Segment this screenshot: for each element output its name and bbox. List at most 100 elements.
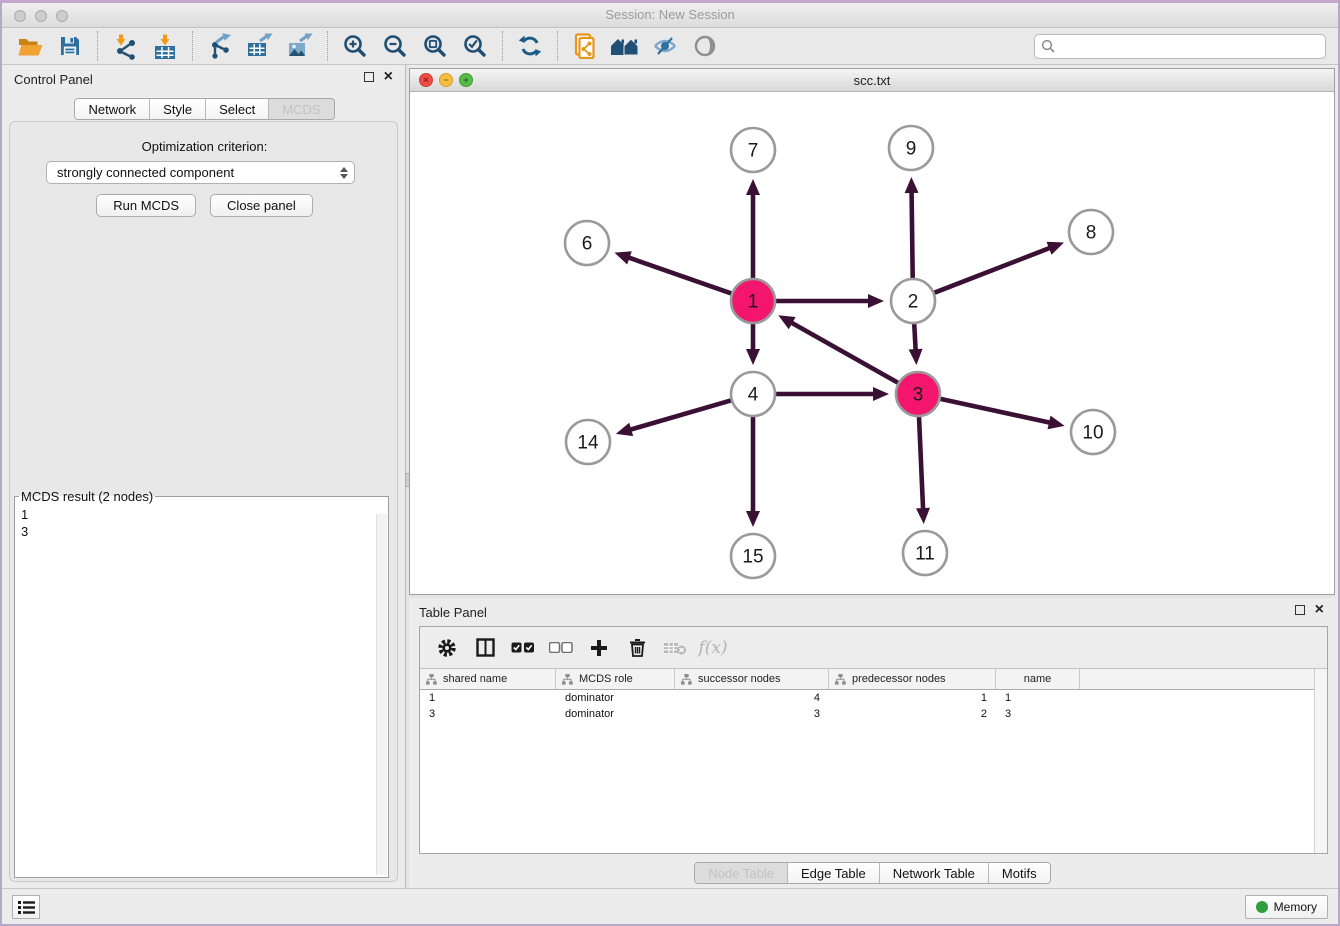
toolbar-search-field[interactable] [1034, 34, 1326, 59]
tab-mcds[interactable]: MCDS [268, 99, 333, 119]
search-networks-button[interactable] [605, 30, 645, 62]
selected-criterion: strongly connected component [57, 165, 340, 180]
cell-successor-nodes[interactable]: 3 [675, 708, 829, 720]
close-panel-button[interactable]: Close panel [210, 194, 313, 217]
tab-node-table[interactable]: Node Table [695, 863, 787, 883]
graph-edge-arrowhead-2-8 [1047, 242, 1064, 255]
control-panel: Control Panel × NetworkStyleSelectMCDS O… [4, 65, 405, 888]
delete-row-button[interactable] [620, 633, 654, 663]
column-header-successor-nodes[interactable]: successor nodes [675, 669, 829, 689]
column-header-shared-name[interactable]: shared name [420, 669, 556, 689]
cell-shared-name[interactable]: 3 [420, 708, 556, 720]
graph-edge-3-11[interactable] [919, 417, 923, 510]
table-panel: Table Panel × [409, 598, 1336, 888]
select-all-columns-button[interactable] [506, 633, 540, 663]
graph-node-label-6: 6 [582, 234, 593, 255]
deselect-all-columns-button[interactable] [544, 633, 578, 663]
memory-button[interactable]: Memory [1245, 895, 1328, 919]
tab-select[interactable]: Select [205, 99, 268, 119]
table-settings-button[interactable] [430, 633, 464, 663]
graph-edge-1-6[interactable] [628, 257, 732, 293]
export-image-button[interactable] [280, 30, 320, 62]
control-panel-tabs: NetworkStyleSelectMCDS [74, 98, 334, 120]
table-scrollbar[interactable] [1314, 669, 1327, 853]
search-input[interactable] [1060, 39, 1319, 53]
tab-style[interactable]: Style [149, 99, 205, 119]
checked-boxes-icon [511, 642, 535, 653]
show-graphics-details-button[interactable] [685, 30, 725, 62]
graph-node-label-11: 11 [915, 544, 935, 565]
zoom-in-button[interactable] [335, 30, 375, 62]
show-columns-button[interactable] [468, 633, 502, 663]
memory-status-icon [1256, 901, 1268, 913]
cell-predecessor-nodes[interactable]: 1 [829, 692, 996, 704]
close-panel-icon[interactable]: × [384, 72, 393, 82]
cell-name[interactable]: 1 [996, 692, 1080, 704]
tab-network[interactable]: Network [75, 99, 149, 119]
mcds-result-list[interactable]: 13 [21, 506, 28, 540]
graph-edge-3-10[interactable] [940, 399, 1051, 423]
hide-graphics-details-button[interactable] [645, 30, 685, 62]
apply-function-button[interactable]: f(x) [696, 633, 730, 663]
toolbar-separator [557, 31, 558, 61]
column-header-predecessor-nodes[interactable]: predecessor nodes [829, 669, 996, 689]
cell-mcds-role[interactable]: dominator [556, 692, 675, 704]
zoom-selected-button[interactable] [455, 30, 495, 62]
cell-shared-name[interactable]: 1 [420, 692, 556, 704]
save-session-button[interactable] [50, 30, 90, 62]
graph-node-label-3: 3 [913, 385, 924, 406]
window-titlebar: Session: New Session [2, 3, 1338, 28]
cell-predecessor-nodes[interactable]: 2 [829, 708, 996, 720]
tab-network-table[interactable]: Network Table [879, 863, 988, 883]
add-row-button[interactable] [582, 633, 616, 663]
network-from-file-button[interactable] [565, 30, 605, 62]
graph-edge-2-9[interactable] [912, 191, 913, 278]
apply-layout-button[interactable] [510, 30, 550, 62]
export-table-icon [247, 33, 273, 59]
graph-node-label-1: 1 [748, 292, 759, 313]
cell-mcds-role[interactable]: dominator [556, 708, 675, 720]
save-disk-icon [59, 35, 81, 57]
zoom-out-button[interactable] [375, 30, 415, 62]
table-row[interactable]: 1dominator411 [420, 690, 1314, 706]
graph-edge-2-8[interactable] [934, 248, 1050, 293]
graph-edge-4-14[interactable] [629, 400, 731, 430]
column-header-name[interactable]: name [996, 669, 1080, 689]
column-header-mcds-role[interactable]: MCDS role [556, 669, 675, 689]
zoom-fit-button[interactable] [415, 30, 455, 62]
export-table-button[interactable] [240, 30, 280, 62]
float-panel-icon[interactable] [364, 72, 374, 82]
export-network-button[interactable] [200, 30, 240, 62]
tab-edge-table[interactable]: Edge Table [787, 863, 879, 883]
table-toolbar: f(x) [420, 627, 1327, 669]
export-network-icon [207, 33, 233, 59]
table-header-row: shared nameMCDS rolesuccessor nodesprede… [420, 669, 1314, 690]
close-panel-icon[interactable]: × [1315, 605, 1324, 615]
cell-successor-nodes[interactable]: 4 [675, 692, 829, 704]
network-view-window: ✕ − + scc.txt 7968124314101511 [409, 68, 1335, 595]
table-row[interactable]: 3dominator323 [420, 706, 1314, 722]
graph-edge-3-1[interactable] [790, 322, 898, 383]
run-mcds-button[interactable]: Run MCDS [96, 194, 196, 217]
zoom-selected-icon [462, 33, 488, 59]
network-canvas[interactable]: 7968124314101511 [410, 92, 1334, 594]
result-scrollbar[interactable] [376, 514, 387, 875]
task-history-button[interactable] [12, 895, 40, 919]
toolbar-separator [502, 31, 503, 61]
graph-edge-2-3[interactable] [914, 324, 915, 351]
import-table-button[interactable] [145, 30, 185, 62]
graph-edge-arrowhead-4-15 [746, 511, 760, 527]
optimization-criterion-select[interactable]: strongly connected component [46, 161, 355, 184]
mcds-result-line: 1 [21, 506, 28, 523]
cell-name[interactable]: 3 [996, 708, 1080, 720]
optimization-criterion-label: Optimization criterion: [4, 139, 405, 154]
unchecked-boxes-icon [549, 642, 573, 653]
network-window-titlebar[interactable]: ✕ − + scc.txt [410, 69, 1334, 92]
search-icon [1041, 39, 1055, 53]
open-session-button[interactable] [10, 30, 50, 62]
column-header-filler [1080, 669, 1314, 689]
import-network-button[interactable] [105, 30, 145, 62]
float-panel-icon[interactable] [1295, 605, 1305, 615]
delete-table-button[interactable] [658, 633, 692, 663]
tab-motifs[interactable]: Motifs [988, 863, 1050, 883]
